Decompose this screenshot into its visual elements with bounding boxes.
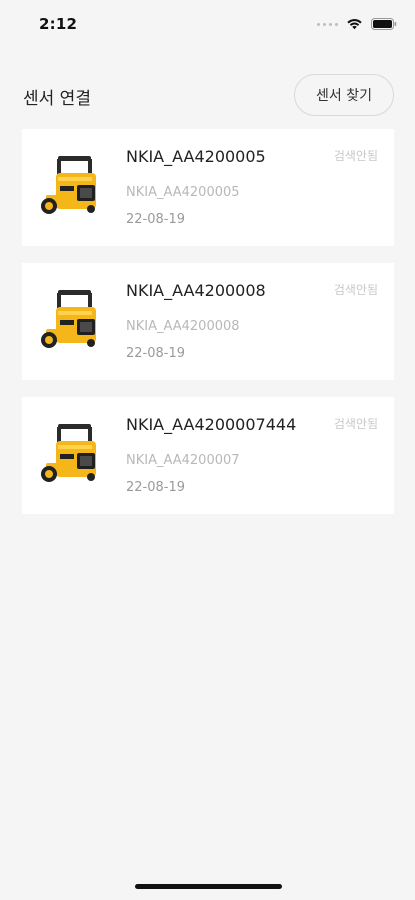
cellular-signal-icon — [317, 22, 338, 26]
sensor-date: 22-08-19 — [126, 346, 186, 361]
sensor-status: 검색안됨 — [333, 417, 378, 431]
battery-icon — [371, 18, 397, 30]
header: 센서 연결 센서 찾기 — [0, 70, 415, 122]
status-time: 2:12 — [39, 15, 78, 33]
find-sensor-button[interactable]: 센서 찾기 — [294, 74, 394, 116]
sensor-device-image — [40, 288, 112, 358]
sensor-date: 22-08-19 — [126, 212, 186, 227]
home-indicator[interactable] — [135, 884, 282, 889]
status-icons — [317, 18, 397, 30]
sensor-list: NKIA_AA4200005 NKIA_AA4200005 22-08-19 검… — [22, 129, 394, 531]
sensor-serial: NKIA_AA4200005 — [126, 185, 240, 200]
sensor-device-image — [40, 154, 112, 224]
sensor-card[interactable]: NKIA_AA4200005 NKIA_AA4200005 22-08-19 검… — [22, 129, 394, 246]
sensor-name: NKIA_AA4200005 — [126, 147, 266, 166]
sensor-status: 검색안됨 — [333, 149, 378, 163]
sensor-date: 22-08-19 — [126, 480, 186, 495]
sensor-card[interactable]: NKIA_AA4200008 NKIA_AA4200008 22-08-19 검… — [22, 263, 394, 380]
sensor-serial: NKIA_AA4200007 — [126, 453, 240, 468]
wifi-icon — [346, 18, 363, 30]
sensor-device-image — [40, 422, 112, 492]
page-title: 센서 연결 — [23, 89, 91, 109]
sensor-name: NKIA_AA4200008 — [126, 281, 266, 300]
sensor-serial: NKIA_AA4200008 — [126, 319, 240, 334]
sensor-status: 검색안됨 — [333, 283, 378, 297]
status-bar: 2:12 — [0, 0, 415, 52]
sensor-card[interactable]: NKIA_AA4200007444 NKIA_AA4200007 22-08-1… — [22, 397, 394, 514]
sensor-name: NKIA_AA4200007444 — [126, 415, 297, 434]
